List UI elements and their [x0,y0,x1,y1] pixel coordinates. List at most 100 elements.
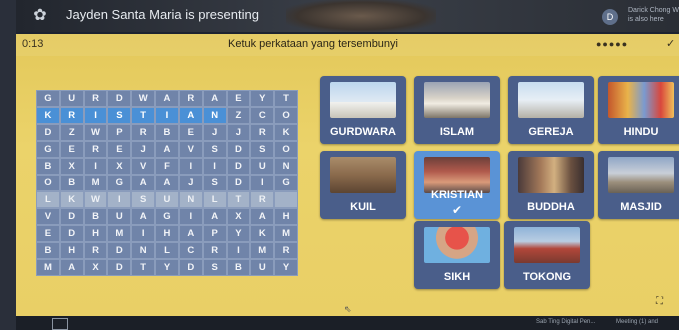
grid-cell[interactable]: R [131,123,156,141]
grid-cell[interactable]: U [250,259,275,276]
grid-cell[interactable] [274,191,298,209]
grid-cell[interactable]: F [155,157,179,175]
grid-cell[interactable]: V [36,208,60,226]
grid-cell[interactable]: U [107,208,132,226]
grid-cell[interactable]: T [131,259,156,276]
tile-tokong[interactable]: TOKONG [504,221,590,289]
grid-cell[interactable]: E [59,140,84,158]
grid-cell[interactable]: T [131,106,156,124]
grid-cell[interactable]: I [178,157,203,175]
grid-cell[interactable]: K [59,191,84,209]
participant-avatar[interactable]: D [602,9,618,25]
grid-cell[interactable]: O [36,174,60,192]
grid-cell[interactable]: K [274,123,298,141]
grid-cell[interactable]: R [202,242,227,260]
grid-cell[interactable]: R [274,242,298,260]
grid-cell[interactable]: Y [250,90,275,107]
grid-cell[interactable]: D [36,123,60,141]
grid-cell[interactable]: S [107,106,132,124]
grid-cell[interactable]: A [155,174,179,192]
grid-cell[interactable]: A [178,106,203,124]
grid-cell[interactable]: M [250,242,275,260]
grid-cell[interactable]: U [155,191,179,209]
grid-cell[interactable]: T [226,191,251,209]
grid-cell[interactable]: I [226,242,251,260]
grid-cell[interactable]: A [131,208,156,226]
grid-cell[interactable]: A [178,225,203,243]
grid-cell[interactable]: I [131,225,156,243]
grid-cell[interactable]: V [178,140,203,158]
grid-cell[interactable]: D [226,157,251,175]
tile-gurdwara[interactable]: GURDWARA [320,76,406,144]
grid-cell[interactable]: X [59,157,84,175]
grid-cell[interactable]: I [250,174,275,192]
grid-cell[interactable]: V [131,157,156,175]
grid-cell[interactable]: C [178,242,203,260]
grid-cell[interactable]: L [202,191,227,209]
grid-cell[interactable]: R [83,90,108,107]
grid-cell[interactable]: Z [226,106,251,124]
grid-cell[interactable]: X [83,259,108,276]
grid-cell[interactable]: I [202,157,227,175]
grid-cell[interactable]: W [83,191,108,209]
grid-cell[interactable]: D [178,259,203,276]
grid-cell[interactable]: A [202,208,227,226]
grid-cell[interactable]: H [274,208,298,226]
grid-cell[interactable]: R [59,106,84,124]
grid-cell[interactable]: Y [274,259,298,276]
grid-cell[interactable]: A [202,90,227,107]
grid-cell[interactable]: W [83,123,108,141]
grid-cell[interactable]: G [274,174,298,192]
grid-cell[interactable]: A [250,208,275,226]
grid-cell[interactable]: N [274,157,298,175]
taskbar-window-icon[interactable] [52,318,68,330]
grid-cell[interactable]: D [59,225,84,243]
grid-cell[interactable]: E [226,90,251,107]
grid-cell[interactable]: R [250,191,275,209]
grid-cell[interactable]: H [59,242,84,260]
grid-cell[interactable]: W [131,90,156,107]
grid-cell[interactable]: B [36,242,60,260]
grid-cell[interactable]: I [155,106,179,124]
tile-hindu[interactable]: HINDU [598,76,679,144]
grid-cell[interactable]: J [178,174,203,192]
taskbar-item-pen[interactable]: Sab Ting Digital Pen... [536,319,595,325]
grid-cell[interactable]: X [107,157,132,175]
grid-cell[interactable]: J [202,123,227,141]
grid-cell[interactable]: K [250,225,275,243]
tile-kuil[interactable]: KUIL [320,151,406,219]
grid-cell[interactable]: D [59,208,84,226]
grid-cell[interactable]: K [36,106,60,124]
grid-cell[interactable]: O [274,106,298,124]
grid-cell[interactable]: G [36,140,60,158]
grid-cell[interactable]: X [226,208,251,226]
grid-cell[interactable]: R [83,140,108,158]
grid-cell[interactable]: N [178,191,203,209]
tile-gereja[interactable]: GEREJA [508,76,594,144]
grid-cell[interactable]: M [36,259,60,276]
grid-cell[interactable]: I [107,191,132,209]
grid-cell[interactable]: Y [155,259,179,276]
grid-cell[interactable]: L [36,191,60,209]
tile-kristian[interactable]: KRISTIAN ✔ [414,151,500,219]
grid-cell[interactable]: D [107,259,132,276]
grid-cell[interactable]: D [107,242,132,260]
grid-cell[interactable]: U [250,157,275,175]
fullscreen-icon[interactable]: ⛶ [656,296,663,307]
grid-cell[interactable]: R [83,242,108,260]
grid-cell[interactable]: R [178,90,203,107]
tile-islam[interactable]: ISLAM [414,76,500,144]
grid-cell[interactable]: D [107,90,132,107]
taskbar-item-meeting[interactable]: Meeting (1) and [616,319,658,325]
grid-cell[interactable]: M [83,174,108,192]
grid-cell[interactable]: O [274,140,298,158]
grid-cell[interactable]: P [107,123,132,141]
grid-cell[interactable]: S [250,140,275,158]
grid-cell[interactable]: A [59,259,84,276]
grid-cell[interactable]: D [226,174,251,192]
grid-cell[interactable]: T [274,90,298,107]
grid-cell[interactable]: P [202,225,227,243]
grid-cell[interactable]: S [202,174,227,192]
grid-cell[interactable]: A [155,90,179,107]
grid-cell[interactable]: E [107,140,132,158]
